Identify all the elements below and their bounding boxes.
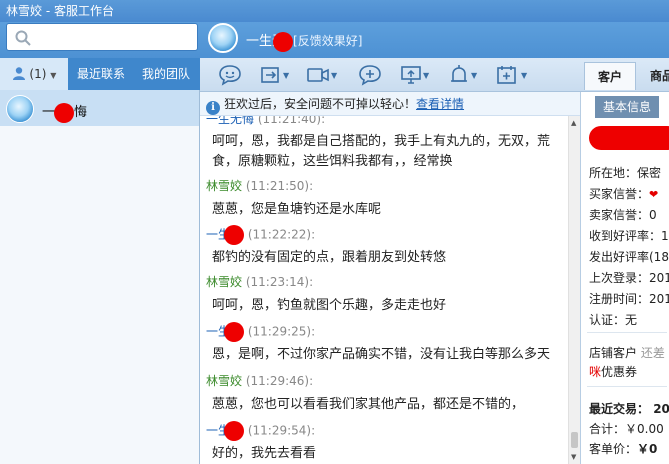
- divider: [587, 332, 667, 333]
- unit-price: 客单价：￥0: [589, 442, 658, 456]
- info-icon: i: [206, 101, 220, 115]
- emoji-button[interactable]: [218, 63, 242, 87]
- video-button[interactable]: ▼: [306, 63, 337, 87]
- chevron-down-icon: ▼: [283, 70, 290, 80]
- chat-bubble-plus-icon: [359, 65, 381, 86]
- tab-recent[interactable]: 最近联系: [70, 58, 132, 90]
- message-text: 呵呵，恩，我都是自己搭配的，我手上有丸九的，无双，荒: [212, 134, 551, 149]
- chat-emoji-icon: [219, 65, 241, 86]
- message-header: 一生 (11:22:22):: [206, 225, 315, 245]
- tab-product[interactable]: 商品: [640, 62, 669, 90]
- scroll-thumb[interactable]: [571, 432, 578, 448]
- customer-name-redacted: [589, 126, 669, 150]
- message-text: 恩，是啊，不过你家产品确实不错，没有让我白等那么多天: [212, 347, 551, 362]
- redaction-mark: [224, 322, 245, 342]
- avatar: [6, 95, 34, 123]
- message-header: 一生 (11:29:54):: [206, 421, 315, 441]
- location: 所在地：保密: [589, 166, 662, 180]
- coupon: 咪优惠券: [589, 365, 638, 379]
- tab-contacts[interactable]: (1) ▼: [0, 58, 68, 90]
- right-tab-bar: 客户 商品: [580, 58, 669, 92]
- chevron-down-icon: ▼: [331, 70, 338, 80]
- window-title: 林雪姣 - 客服工作台: [0, 0, 669, 22]
- list-item[interactable]: 一生悔: [0, 90, 199, 126]
- positive-rate-received: 收到好评率：10: [589, 229, 669, 243]
- store-customer: 店铺客户 还差: [589, 346, 665, 360]
- message-header: 一生无悔 (11:21:40):: [206, 116, 326, 126]
- send-file-button[interactable]: ▼: [260, 63, 289, 87]
- video-camera-icon: [307, 68, 329, 82]
- message-header: 林雪姣 (11:21:50):: [206, 179, 314, 193]
- chevron-down-icon: ▼: [471, 70, 478, 80]
- bell-icon: [451, 65, 467, 82]
- redaction-mark: [224, 225, 245, 245]
- contact-name: 一生悔: [42, 101, 87, 123]
- positive-rate-given: 发出好评率(180: [589, 250, 669, 264]
- message-text: 食，原糖颗粒，这些饵料我都有，，经常换: [212, 154, 453, 169]
- message-text: 蒽蒽，您是鱼塘钓还是水库呢: [212, 202, 382, 217]
- contact-list: 一生悔: [0, 90, 200, 464]
- calendar-add-icon: [497, 66, 516, 84]
- last-login: 上次登录：2014: [589, 271, 669, 285]
- notification-button[interactable]: ▼: [448, 63, 477, 87]
- calendar-button[interactable]: ▼: [496, 63, 527, 87]
- scroll-down-icon[interactable]: ▼: [571, 453, 576, 461]
- tab-team[interactable]: 我的团队: [134, 58, 198, 90]
- customer-info-panel: 基本信息 所在地：保密 买家信誉：❤ 卖家信誉：0 收到好评率：10 发出好评率…: [580, 92, 669, 464]
- chat-history[interactable]: 一生无悔 (11:21:40): 呵呵，恩，我都是自己搭配的，我手上有丸九的，无…: [200, 116, 580, 464]
- heart-icon: ❤: [649, 188, 659, 201]
- redaction-mark: [224, 421, 245, 441]
- recent-trade: 最近交易： 20: [589, 402, 669, 416]
- message-text: 蒽蒽，您也可以看看我们家其他产品，都还是不错的，: [212, 397, 525, 412]
- notice-text: 狂欢过后，安全问题不可掉以轻心！: [224, 97, 417, 111]
- register-time: 注册时间：2012: [589, 292, 669, 306]
- left-tab-bar: (1) ▼ 最近联系 我的团队: [0, 58, 200, 90]
- search-icon: [15, 30, 31, 46]
- buyer-credit: 买家信誉：❤: [589, 187, 659, 201]
- screen-share-icon: [401, 66, 421, 84]
- chevron-down-icon: ▼: [423, 70, 430, 80]
- search-input[interactable]: [6, 23, 198, 51]
- message-text: 呵呵，恩，钓鱼就图个乐趣，多走走也好: [212, 298, 447, 313]
- chat-toolbar: ▼ ▼ ▼ ▼ ▼: [200, 58, 580, 92]
- quick-reply-button[interactable]: [358, 63, 382, 87]
- chat-contact-title: 一生无 [反馈效果好]: [246, 30, 362, 52]
- file-transfer-icon: [261, 67, 279, 83]
- chat-contact-tag: [反馈效果好]: [293, 34, 363, 48]
- seller-credit: 卖家信誉：0: [589, 208, 657, 222]
- divider: [587, 386, 667, 387]
- tab-customer[interactable]: 客户: [584, 62, 636, 90]
- security-notice: i 狂欢过后，安全问题不可掉以轻心！查看详情: [200, 92, 580, 116]
- total-amount: 合计：￥0.00: [589, 422, 664, 436]
- screen-share-button[interactable]: ▼: [400, 63, 429, 87]
- chat-scrollbar[interactable]: ▲ ▼: [568, 116, 580, 464]
- verification: 认证：无: [589, 313, 638, 327]
- message-header: 林雪姣 (11:29:46):: [206, 374, 314, 388]
- chevron-down-icon: ▼: [521, 70, 528, 80]
- message-header: 一生 (11:29:25):: [206, 322, 315, 342]
- scroll-up-icon[interactable]: ▲: [571, 119, 576, 127]
- tab-basic-info[interactable]: 基本信息: [595, 96, 659, 118]
- redaction-mark: [54, 102, 75, 123]
- message-text: 好的，我先去看看: [212, 446, 317, 461]
- chat-contact-avatar[interactable]: [208, 23, 238, 53]
- message-text: 都钓的没有固定的点，跟着朋友到处转悠: [212, 250, 447, 265]
- contact-count: (1): [29, 67, 47, 81]
- notice-details-link[interactable]: 查看详情: [416, 97, 464, 111]
- chevron-down-icon: ▼: [50, 71, 57, 80]
- message-header: 林雪姣 (11:23:14):: [206, 275, 314, 289]
- redaction-mark: [273, 31, 294, 52]
- user-icon: [12, 67, 25, 80]
